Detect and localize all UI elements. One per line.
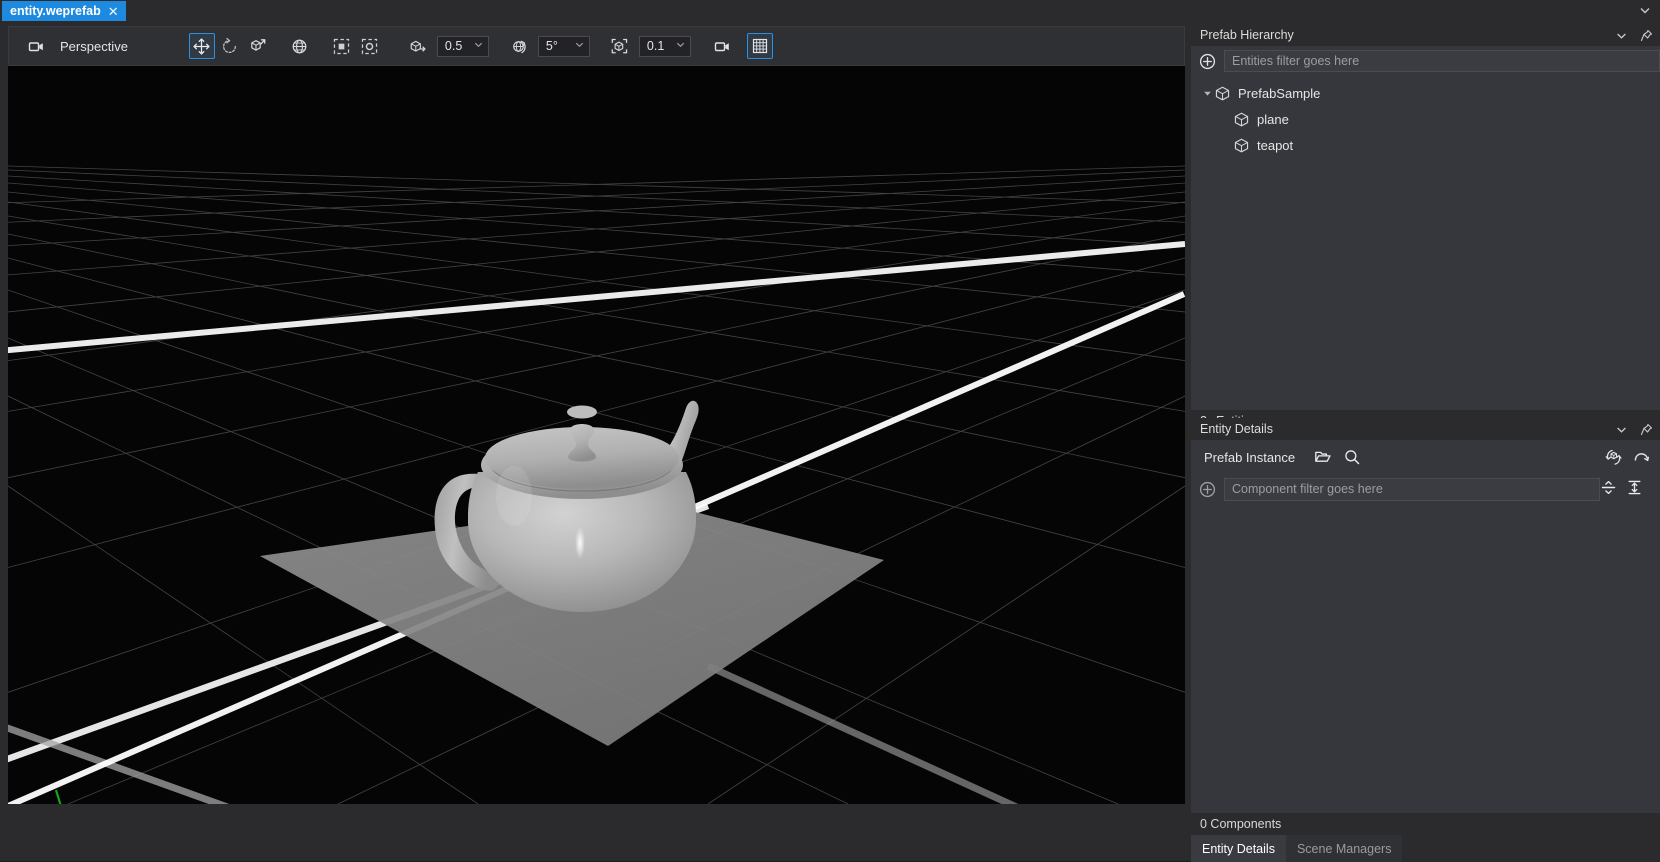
snap-translate-text: 0.5 <box>445 39 462 53</box>
entity-details-body: Prefab Instance <box>1191 440 1660 813</box>
search-icon[interactable] <box>1342 447 1362 467</box>
tree-item-plane[interactable]: plane <box>1191 106 1660 132</box>
tree-item-label: teapot <box>1257 138 1293 153</box>
snap-rotate-text: 5° <box>546 39 558 53</box>
snap-translate-value[interactable]: 0.5 <box>437 36 489 57</box>
snap-translate-group: 0.5 <box>404 33 489 59</box>
translate-tool-button[interactable] <box>189 33 215 59</box>
pin-icon[interactable] <box>1638 27 1654 43</box>
chevron-down-icon[interactable] <box>1638 3 1652 17</box>
chevron-down-icon <box>473 39 484 53</box>
snap-rotate-group: 5° <box>505 33 590 59</box>
chevron-down-icon[interactable] <box>1200 86 1214 100</box>
component-filter-row: Component filter goes here <box>1191 474 1660 504</box>
bottom-tab-strip: Entity Details Scene Managers <box>1191 835 1660 862</box>
snap-scale-value[interactable]: 0.1 <box>639 36 691 57</box>
chevron-down-icon <box>574 39 585 53</box>
rotate-tool-button[interactable] <box>217 33 243 59</box>
tab-scene-managers[interactable]: Scene Managers <box>1286 835 1403 862</box>
chevron-down-icon[interactable] <box>1613 421 1629 437</box>
pivot-center-box-button[interactable] <box>329 33 355 59</box>
entities-filter-placeholder: Entities filter goes here <box>1232 54 1359 68</box>
prefab-instance-row: Prefab Instance <box>1191 440 1660 474</box>
component-filter-input[interactable]: Component filter goes here <box>1224 478 1600 501</box>
transform-tool-group <box>188 33 272 59</box>
viewport-container: Perspective <box>8 26 1185 804</box>
snap-rotate-icon[interactable] <box>506 33 532 59</box>
prefab-instance-label: Prefab Instance <box>1204 450 1295 465</box>
components-count: 0 Components <box>1200 817 1281 831</box>
tab-label: Entity Details <box>1202 842 1275 856</box>
camera-mode-control[interactable]: Perspective <box>9 33 128 59</box>
snap-scale-group: 0.1 <box>606 33 691 59</box>
entity-details-panel: Entity Details Prefab Instance <box>1191 418 1660 835</box>
document-tab-entity-weprefab[interactable]: entity.weprefab ✕ <box>2 1 126 21</box>
entities-filter-row: Entities filter goes here <box>1191 46 1660 76</box>
snap-scale-icon[interactable] <box>607 33 633 59</box>
pin-icon[interactable] <box>1638 421 1654 437</box>
reset-prefab-icon[interactable] <box>1603 447 1623 467</box>
document-tab-label: entity.weprefab <box>10 4 101 18</box>
viewport-display-group <box>709 33 774 59</box>
cube-icon <box>1233 111 1250 128</box>
collapse-all-icon[interactable] <box>1600 479 1626 499</box>
add-component-icon[interactable] <box>1199 481 1216 498</box>
camera-icon <box>23 33 49 59</box>
document-tabstrip: entity.weprefab ✕ <box>0 0 1660 22</box>
chevron-down-icon <box>675 39 686 53</box>
undo-arrow-icon[interactable] <box>1631 447 1651 467</box>
component-filter-placeholder: Component filter goes here <box>1232 482 1383 496</box>
camera-mode-label: Perspective <box>60 39 128 54</box>
tab-strip-filler <box>1402 835 1660 862</box>
entity-tree: PrefabSample plane <box>1191 76 1660 158</box>
folder-open-icon[interactable] <box>1313 447 1333 467</box>
grid-toggle-button[interactable] <box>747 33 773 59</box>
space-mode-group <box>286 33 314 59</box>
close-icon[interactable]: ✕ <box>108 5 119 18</box>
tree-item-teapot[interactable]: teapot <box>1191 132 1660 158</box>
tree-item-label: PrefabSample <box>1238 86 1320 101</box>
snap-translate-icon[interactable] <box>405 33 431 59</box>
viewport-toolbar: Perspective <box>8 26 1185 66</box>
pivot-point-button[interactable] <box>357 33 383 59</box>
expand-all-icon[interactable] <box>1626 479 1652 499</box>
entity-details-header: Entity Details <box>1191 418 1660 440</box>
snap-scale-text: 0.1 <box>647 39 664 53</box>
cube-icon <box>1214 85 1231 102</box>
tab-label: Scene Managers <box>1297 842 1392 856</box>
prefab-hierarchy-header: Prefab Hierarchy <box>1191 24 1660 46</box>
cube-icon <box>1233 137 1250 154</box>
tree-item-prefabsample[interactable]: PrefabSample <box>1191 80 1660 106</box>
entities-filter-input[interactable]: Entities filter goes here <box>1224 50 1660 72</box>
add-entity-icon[interactable] <box>1199 53 1216 70</box>
prefab-editor-window: entity.weprefab ✕ Perspective <box>0 0 1660 861</box>
tree-item-label: plane <box>1257 112 1289 127</box>
global-local-space-button[interactable] <box>287 33 313 59</box>
prefab-hierarchy-body: Entities filter goes here PrefabSample <box>1191 46 1660 410</box>
scale-tool-button[interactable] <box>245 33 271 59</box>
prefab-hierarchy-title: Prefab Hierarchy <box>1200 28 1604 42</box>
components-status-bar: 0 Components <box>1191 813 1660 835</box>
3d-viewport[interactable] <box>8 66 1185 804</box>
entity-details-title: Entity Details <box>1200 422 1604 436</box>
chevron-down-icon[interactable] <box>1613 27 1629 43</box>
prefab-hierarchy-panel: Prefab Hierarchy Ent <box>1191 24 1660 410</box>
pivot-mode-group <box>328 33 384 59</box>
camera-settings-button[interactable] <box>710 33 736 59</box>
snap-rotate-value[interactable]: 5° <box>538 36 590 57</box>
tab-entity-details[interactable]: Entity Details <box>1191 835 1286 862</box>
